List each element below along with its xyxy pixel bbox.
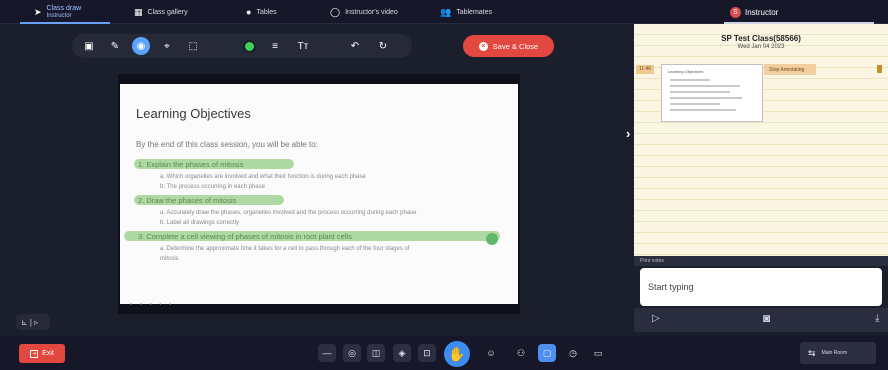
tab-label: Tables [256, 8, 277, 16]
thumbnail-line [670, 103, 720, 105]
select-tool-icon[interactable]: ▣ [80, 37, 98, 55]
video-icon: ◯ [330, 6, 341, 17]
undo-icon[interactable]: ↶ [346, 37, 364, 55]
tab-label: Class draw [46, 4, 82, 12]
timestamp-badge: 11:46 [636, 65, 654, 74]
tab-label: Instructor's video [345, 8, 398, 16]
objective-subitem: a. Determine the approximate time it tak… [160, 246, 410, 252]
save-close-button[interactable]: × Save & Close [463, 35, 554, 57]
thumbnail-line [670, 91, 730, 93]
highlighter-tool-icon[interactable]: ◉ [132, 37, 150, 55]
close-icon: × [478, 41, 488, 51]
tab-instructors-video[interactable]: ◯ Instructor's video [330, 0, 398, 24]
chat-icon[interactable]: ▭ [589, 344, 607, 362]
main-room-button[interactable]: ⇆ Main Room [800, 342, 876, 364]
objective-item: 1. Explain the phases of mitosis [138, 160, 244, 169]
view-controls[interactable]: ⊾ | ▹ [16, 314, 50, 330]
objective-subitem: b. Label all drawings correctly [160, 220, 240, 226]
switch-room-icon: ⇆ [808, 347, 816, 358]
tab-sublabel: Instructor [46, 12, 72, 19]
tab-label: Instructor [745, 7, 779, 17]
tab-tables[interactable]: ● Tables [246, 0, 277, 24]
layout-icon[interactable]: ◫ [367, 344, 385, 362]
thumbnail-line [670, 97, 742, 99]
minimize-icon[interactable]: — [318, 344, 336, 362]
redo-icon[interactable]: ↻ [374, 37, 392, 55]
slide-thumbnail[interactable]: Learning Objectives [661, 64, 763, 122]
timer-icon[interactable]: ◷ [564, 344, 582, 362]
pin-icon[interactable]: ◈ [393, 344, 411, 362]
drawing-toolbar: ▣ ✎ ◉ ⌖ ⬚ ≡ Tт ↶ ↻ [72, 34, 412, 58]
annotation-pin-icon[interactable] [486, 233, 498, 245]
objective-subitem: a. Accurately draw the phases, organelle… [160, 210, 417, 216]
objective-subitem: mitosis [160, 256, 179, 262]
avatar: S [730, 6, 741, 18]
participants-icon[interactable]: ⚇ [512, 344, 530, 362]
slide-page-dots: • • • • • [130, 302, 175, 308]
notes-toolbar: ▷ ◙ ⤓ [634, 308, 888, 332]
raise-hand-icon[interactable]: ✋ [444, 341, 470, 367]
send-icon[interactable]: ▷ [652, 313, 660, 324]
thumbnail-title: Learning Objectives [668, 69, 704, 74]
tables-icon: ● [246, 7, 252, 17]
color-picker-icon[interactable] [240, 37, 258, 55]
camera-icon[interactable]: ◙ [763, 311, 770, 325]
download-icon[interactable]: ⤓ [875, 313, 879, 324]
gallery-icon: ▦ [134, 6, 143, 17]
class-title: SP Test Class(58566) [721, 34, 801, 43]
slide-intro: By the end of this class session, you wi… [136, 140, 318, 149]
exit-icon: ⇥ [30, 349, 39, 358]
tab-tablemates[interactable]: 👥 Tablemates [440, 0, 492, 24]
emoji-icon[interactable]: ☺ [482, 344, 500, 362]
notes-input[interactable] [640, 268, 882, 306]
cursor-icon: ➤ [34, 6, 42, 17]
text-tool-icon[interactable]: Tт [294, 37, 312, 55]
thumbnail-line [670, 79, 710, 81]
tab-instructor[interactable]: S Instructor [730, 0, 778, 24]
notes-header: Print notes [634, 256, 888, 266]
slide-title: Learning Objectives [136, 106, 251, 121]
tab-label: Tablemates [456, 8, 493, 16]
shape-tool-icon[interactable]: ⌖ [158, 37, 176, 55]
bookmark-icon[interactable] [877, 65, 882, 73]
objective-subitem: a. Which organelles are involved and wha… [160, 174, 366, 180]
class-date: Wed Jan 04 2023 [737, 44, 785, 50]
objective-item: 2. Draw the phases of mitosis [138, 196, 237, 205]
exit-label: Exit [42, 350, 54, 357]
thumbnail-line [670, 85, 740, 87]
tab-class-gallery[interactable]: ▦ Class gallery [134, 0, 188, 24]
tab-label: Class gallery [147, 8, 188, 16]
room-label: Main Room [821, 349, 848, 356]
thumbnail-line [670, 109, 736, 111]
line-weight-icon[interactable]: ≡ [266, 37, 284, 55]
pen-tool-icon[interactable]: ✎ [106, 37, 124, 55]
save-close-label: Save & Close [492, 41, 539, 51]
tab-class-draw[interactable]: ➤ Class draw Instructor [34, 0, 81, 24]
screen-icon[interactable]: ⊡ [418, 344, 436, 362]
people-icon: 👥 [440, 6, 452, 17]
marquee-tool-icon[interactable]: ⬚ [184, 37, 202, 55]
notebook-icon[interactable]: ▢ [538, 344, 556, 362]
instructor-notebook: SP Test Class(58566) Wed Jan 04 2023 11:… [634, 24, 888, 256]
slide-canvas[interactable]: Learning Objectives By the end of this c… [120, 84, 518, 304]
active-tab-indicator [20, 22, 110, 24]
stop-annotating-tag[interactable]: Stop Annotating [764, 64, 816, 75]
exit-button[interactable]: ⇥ Exit [19, 344, 65, 363]
objective-subitem: b. The process occurring in each phase [160, 184, 265, 190]
target-icon[interactable]: ◎ [343, 344, 361, 362]
objective-item: 3. Complete a cell viewing of phases of … [138, 232, 352, 241]
